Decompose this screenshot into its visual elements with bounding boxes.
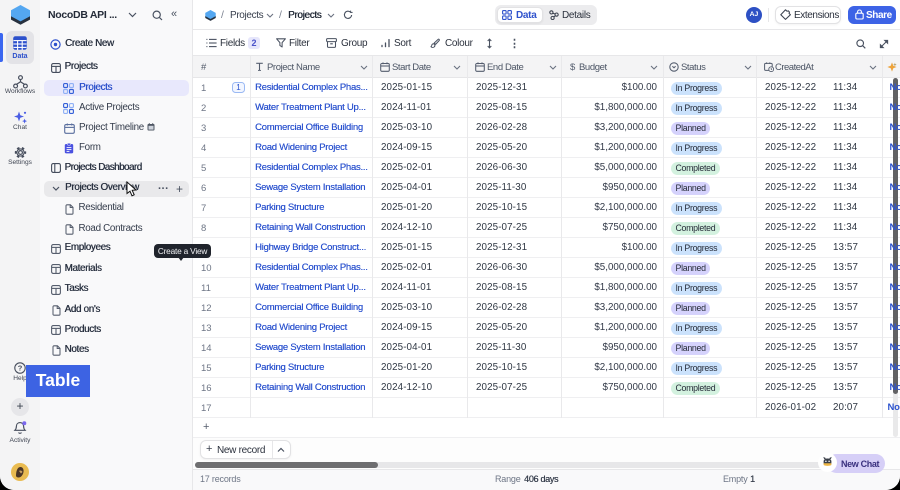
svg-text:?: ? <box>18 364 23 373</box>
